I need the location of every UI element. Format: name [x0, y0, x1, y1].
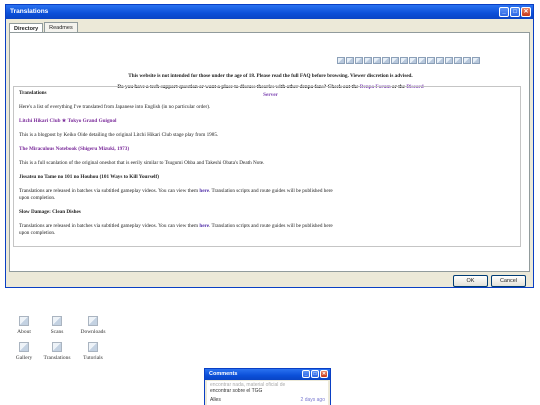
window-title: Translations — [10, 8, 49, 15]
broken-image-icon[interactable] — [445, 57, 453, 64]
broken-image-icon[interactable] — [400, 57, 408, 64]
desktop-icon-label: Downloads — [80, 329, 106, 335]
desktop-icon-scans[interactable]: Scans — [37, 316, 77, 335]
badge-icon-row — [337, 57, 480, 64]
close-icon[interactable]: ✕ — [521, 7, 531, 17]
desktop-icon-label: Tutorials — [83, 355, 103, 361]
minimize-icon[interactable]: _ — [302, 370, 310, 378]
desktop-icon-label: Translations — [43, 355, 71, 361]
desc-text: Translations are released in batches via… — [19, 223, 199, 229]
item-title-notebook[interactable]: The Miraculous Notebook (Shigeru Mizuki,… — [19, 146, 515, 153]
broken-image-icon — [88, 316, 98, 326]
broken-image-icon[interactable] — [463, 57, 471, 64]
translations-content: Translations Here's a list of everything… — [13, 86, 521, 247]
item-desc-notebook: This is a full scanlation of the origina… — [19, 160, 265, 166]
maximize-icon[interactable]: □ — [510, 7, 520, 17]
desc-text: upon completion. — [19, 230, 56, 236]
comments-body[interactable]: encontrar nada, material oficial de enco… — [207, 381, 328, 405]
broken-image-icon[interactable] — [337, 57, 345, 64]
here-link[interactable]: here — [199, 223, 209, 229]
section-heading: Translations — [19, 90, 47, 96]
broken-image-icon — [52, 342, 62, 352]
comment-time: 2 days ago — [300, 397, 325, 403]
close-icon[interactable]: ✕ — [320, 370, 328, 378]
comment-author: Alles — [210, 397, 221, 403]
desktop-icon-label: Gallery — [15, 355, 33, 361]
item-title-jissatsu: Jissatsu no Tame no 101 no Houhou (101 W… — [19, 174, 159, 180]
desc-text: upon completion. — [19, 195, 56, 201]
broken-image-icon[interactable] — [427, 57, 435, 64]
window-titlebar[interactable]: Translations _ □ ✕ — [6, 5, 533, 19]
desc-text: Translations are released in batches via… — [19, 188, 199, 194]
cancel-button[interactable]: Cancel — [491, 275, 526, 287]
desc-text: . Translation scripts and route guides w… — [209, 188, 333, 194]
item-desc-slow-damage: Translations are released in batches via… — [19, 223, 515, 237]
broken-image-icon[interactable] — [418, 57, 426, 64]
broken-image-icon[interactable] — [346, 57, 354, 64]
broken-image-icon[interactable] — [391, 57, 399, 64]
broken-image-icon[interactable] — [373, 57, 381, 64]
broken-image-icon — [19, 316, 29, 326]
desktop-icon-downloads[interactable]: Downloads — [73, 316, 113, 335]
comments-titlebar[interactable]: Comments _ □ ✕ — [205, 369, 330, 380]
item-title-litchi[interactable]: Litchi Hikari Club ★ Tokyo Grand Guignol — [19, 118, 515, 125]
desc-text: . Translation scripts and route guides w… — [209, 223, 333, 229]
desktop-icon-translations[interactable]: Translations — [37, 342, 77, 361]
maximize-icon[interactable]: □ — [311, 370, 319, 378]
comment-meta: Alles 2 days ago — [210, 397, 325, 403]
broken-image-icon[interactable] — [409, 57, 417, 64]
item-title-slow-damage: Slow Damage: Clean Dishes — [19, 209, 81, 215]
comment-text: encontrar sobre el TGG — [210, 388, 263, 394]
ok-button[interactable]: OK — [453, 275, 488, 287]
intro-text: Here's a list of everything I've transla… — [19, 104, 211, 110]
broken-image-icon — [88, 342, 98, 352]
broken-image-icon[interactable] — [436, 57, 444, 64]
age-notice: This website is not intended for those u… — [128, 73, 413, 79]
broken-image-icon[interactable] — [382, 57, 390, 64]
broken-image-icon — [52, 316, 62, 326]
broken-image-icon[interactable] — [454, 57, 462, 64]
comments-title: Comments — [209, 371, 238, 377]
desktop-icon-label: About — [17, 329, 31, 335]
broken-image-icon — [19, 342, 29, 352]
minimize-icon[interactable]: _ — [499, 7, 509, 17]
item-desc-litchi: This is a blogpost by Keiko Oide detaili… — [19, 132, 219, 138]
broken-image-icon[interactable] — [364, 57, 372, 64]
comments-window: Comments _ □ ✕ encontrar nada, material … — [204, 368, 331, 405]
item-desc-jissatsu: Translations are released in batches via… — [19, 188, 515, 202]
translations-window: Translations _ □ ✕ Directory Readmes Thi… — [5, 4, 534, 288]
broken-image-icon[interactable] — [355, 57, 363, 64]
here-link[interactable]: here — [199, 188, 209, 194]
broken-image-icon[interactable] — [472, 57, 480, 64]
desktop-icon-tutorials[interactable]: Tutorials — [73, 342, 113, 361]
desktop-icon-label: Scans — [50, 329, 64, 335]
